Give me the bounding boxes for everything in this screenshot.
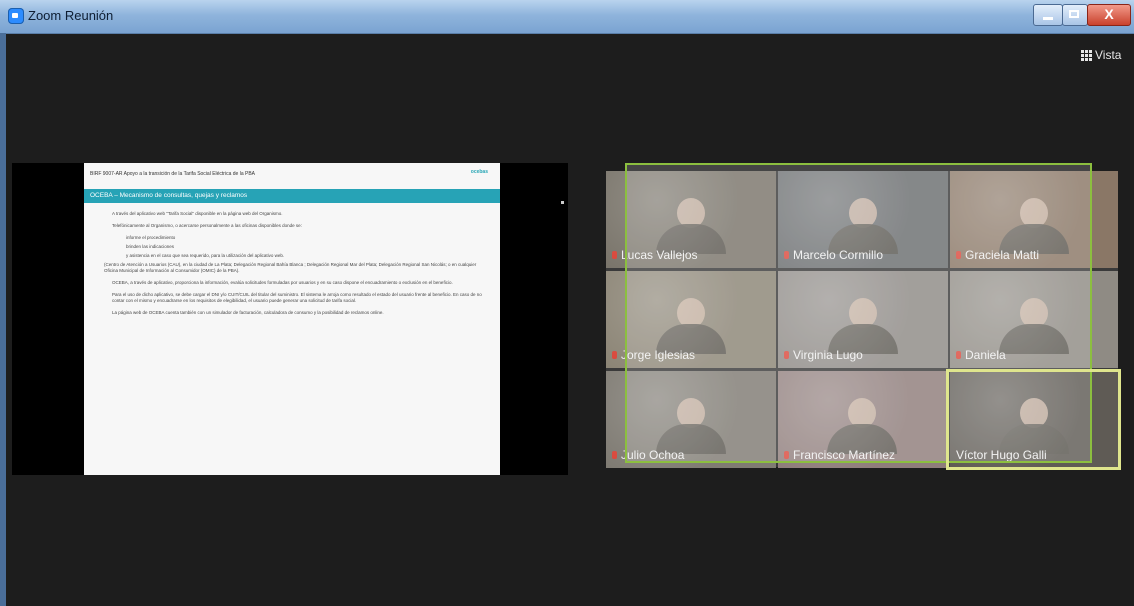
mic-muted-icon [784, 451, 789, 459]
slide-logo: ocebas [470, 169, 488, 175]
mic-muted-icon [612, 251, 617, 259]
mic-muted-icon [956, 251, 961, 259]
slide-line: informe el procedimiento [126, 235, 176, 240]
participant-tile[interactable]: Marcelo Cormillo [778, 171, 948, 268]
mic-muted-icon [956, 351, 961, 359]
participant-name: Virginia Lugo [784, 348, 863, 362]
close-button[interactable]: X [1087, 4, 1131, 26]
participant-tile[interactable]: Daniela [950, 271, 1118, 368]
mouse-pointer-icon [561, 201, 564, 204]
view-label: Vista [1095, 48, 1122, 62]
participant-video [848, 398, 876, 429]
mic-muted-icon [784, 351, 789, 359]
slide-line: La página web de OCEBA cuenta también co… [112, 310, 384, 315]
participant-video [677, 298, 705, 329]
shared-slide: BIRF 9007-AR Apoyo a la transición de la… [84, 163, 500, 475]
close-icon: X [1104, 6, 1114, 22]
participant-name: Julio Ochoa [612, 448, 684, 462]
participant-name: Daniela [956, 348, 1006, 362]
participant-name: Marcelo Cormillo [784, 248, 883, 262]
participant-name: Lucas Vallejos [612, 248, 698, 262]
slide-line: y asistencia en el caso que sea requerid… [126, 253, 285, 258]
participant-name: Francisco Martínez [784, 448, 895, 462]
participant-tile[interactable]: Francisco Martínez [778, 371, 946, 468]
participant-name: Graciela Matti [956, 248, 1039, 262]
participant-video [677, 198, 705, 229]
participant-video [1020, 298, 1048, 329]
slide-header: BIRF 9007-AR Apoyo a la transición de la… [90, 171, 255, 177]
participant-name: Jorge Iglesias [612, 348, 695, 362]
slide-line: (Centro de Atención a Usuarios (CAU), en… [104, 262, 477, 273]
mic-muted-icon [784, 251, 789, 259]
participant-tile[interactable]: Julio Ochoa [606, 371, 776, 468]
maximize-button[interactable] [1062, 4, 1088, 26]
participant-name: Víctor Hugo Galli [956, 448, 1047, 462]
slide-body: A través del aplicativo web "Tarifa Soci… [104, 211, 489, 322]
slide-line: brinden las indicaciones [126, 244, 175, 249]
participant-video [849, 198, 877, 229]
slide-line: Telefónicamente al Organismo, o acercars… [112, 223, 302, 228]
slide-line: OCEBA, a través de aplicativo, proporcio… [112, 280, 453, 285]
slide-line: Para el uso de dicho aplicativo, se debe… [112, 292, 482, 303]
mic-muted-icon [612, 451, 617, 459]
participant-video [1020, 398, 1048, 429]
minimize-button[interactable] [1033, 4, 1063, 26]
slide-section-title: OCEBA – Mecanismo de consultas, quejas y… [90, 192, 248, 199]
window-border [0, 33, 6, 606]
view-button[interactable]: Vista [1081, 48, 1121, 62]
participant-tile[interactable]: Lucas Vallejos [606, 171, 776, 268]
participant-tile[interactable]: Graciela Matti [950, 171, 1118, 268]
participant-video [677, 398, 705, 429]
zoom-app-icon [8, 8, 24, 24]
grid-icon [1081, 50, 1092, 61]
window-titlebar[interactable]: Zoom Reunión X [0, 0, 1134, 34]
mic-muted-icon [612, 351, 617, 359]
window-title: Zoom Reunión [28, 8, 114, 23]
participant-tile[interactable]: Jorge Iglesias [606, 271, 776, 368]
slide-section-bar: OCEBA – Mecanismo de consultas, quejas y… [84, 189, 500, 203]
participant-video [1020, 198, 1048, 229]
participant-tile[interactable]: Virginia Lugo [778, 271, 948, 368]
slide-line: A través del aplicativo web "Tarifa Soci… [112, 211, 283, 216]
participant-tile[interactable]: Víctor Hugo Galli [950, 371, 1118, 468]
participant-video [849, 298, 877, 329]
